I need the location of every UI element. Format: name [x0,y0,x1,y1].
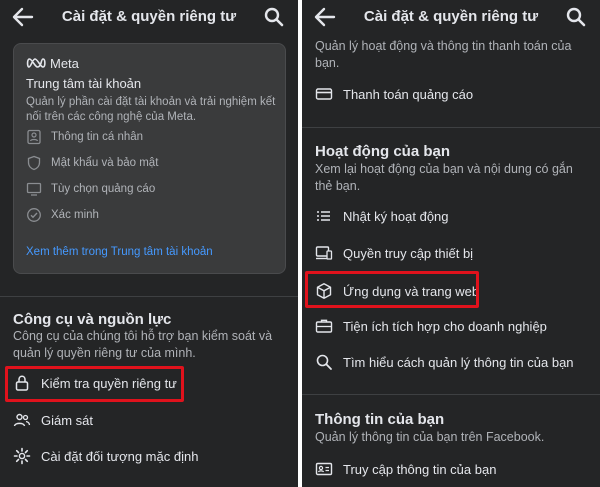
page-title: Cài đặt & quyền riêng tư [61,8,237,25]
account-center-description: Quản lý phần cài đặt tài khoản và trải n… [26,96,276,123]
activity-log-item[interactable]: Nhật ký hoạt động [315,204,449,228]
monitor-icon [26,181,42,197]
account-item-label: Xác minh [51,209,99,221]
settings-panel-left: Cài đặt & quyền riêng tư Meta Trung tâm … [0,0,298,487]
ad-payments-item[interactable]: Thanh toán quảng cáo [315,82,473,106]
payments-section-description: Quản lý hoạt động và thông tin thanh toá… [315,39,572,70]
account-item-personal-info[interactable]: Thông tin cá nhân [26,128,143,146]
briefcase-icon [315,317,333,335]
learn-manage-info-item[interactable]: Tìm hiểu cách quản lý thông tin của bạn [315,350,574,374]
highlight-box [5,366,184,402]
id-card-icon [315,460,333,478]
tools-section-description: Công cụ của chúng tôi hỗ trợ bạn kiểm so… [13,329,273,360]
settings-panel-right: Cài đặt & quyền riêng tư Quản lý hoạt độ… [302,0,600,487]
search-icon[interactable] [264,7,284,27]
account-center-card[interactable]: Meta Trung tâm tài khoản Quản lý phần cà… [13,43,286,274]
list-icon [315,207,333,225]
account-item-password-security[interactable]: Mật khẩu và bảo mật [26,154,158,172]
ad-payments-label: Thanh toán quảng cáo [343,86,474,102]
credit-card-icon [315,85,333,103]
device-access-item[interactable]: Quyền truy cập thiết bị [315,241,473,265]
account-item-label: Thông tin cá nhân [51,131,144,143]
header: Cài đặt & quyền riêng tư [302,0,600,34]
business-integrations-item[interactable]: Tiện ích tích hợp cho doanh nghiệp [315,314,547,338]
your-info-section-title: Thông tin của bạn [315,411,445,428]
person-card-icon [26,129,42,145]
account-item-ad-preferences[interactable]: Tùy chọn quảng cáo [26,180,155,198]
activity-log-label: Nhật ký hoạt động [343,208,449,224]
activity-section-description: Xem lại hoạt động của bạn và nội dung có… [315,162,573,193]
activity-section-title: Hoạt động của bạn [315,143,450,160]
meta-infinity-icon [26,58,46,68]
account-center-title: Trung tâm tài khoản [26,76,142,91]
access-your-info-label: Truy cập thông tin của bạn [343,461,497,477]
default-audience-item[interactable]: Cài đặt đối tượng mặc định [13,444,198,468]
device-access-label: Quyền truy cập thiết bị [343,245,474,261]
meta-logo: Meta [26,55,79,71]
page-title: Cài đặt & quyền riêng tư [363,8,539,25]
supervision-label: Giám sát [41,412,94,428]
supervision-item[interactable]: Giám sát [13,408,93,432]
device-icon [315,244,333,262]
section-divider [0,296,298,297]
header: Cài đặt & quyền riêng tư [0,0,298,34]
people-icon [13,411,31,429]
verified-check-icon [26,207,42,223]
highlight-box [305,271,479,308]
learn-manage-info-label: Tìm hiểu cách quản lý thông tin của bạn [343,354,574,370]
meta-brand-text: Meta [50,55,79,71]
business-integrations-label: Tiện ích tích hợp cho doanh nghiệp [343,318,547,334]
account-center-more-link[interactable]: Xem thêm trong Trung tâm tài khoản [26,246,213,258]
search-icon [315,353,333,371]
tools-section-title: Công cụ và nguồn lực [13,311,172,328]
access-your-info-item[interactable]: Truy cập thông tin của bạn [315,457,496,481]
shield-icon [26,155,42,171]
account-item-label: Mật khẩu và bảo mật [51,157,159,169]
your-info-section-description: Quản lý thông tin của bạn trên Facebook. [315,430,545,444]
section-divider [302,394,600,395]
section-divider [302,127,600,128]
default-audience-label: Cài đặt đối tượng mặc định [41,448,199,464]
gear-icon [13,447,31,465]
account-item-label: Tùy chọn quảng cáo [51,183,156,195]
account-item-verification[interactable]: Xác minh [26,206,99,224]
search-icon[interactable] [566,7,586,27]
